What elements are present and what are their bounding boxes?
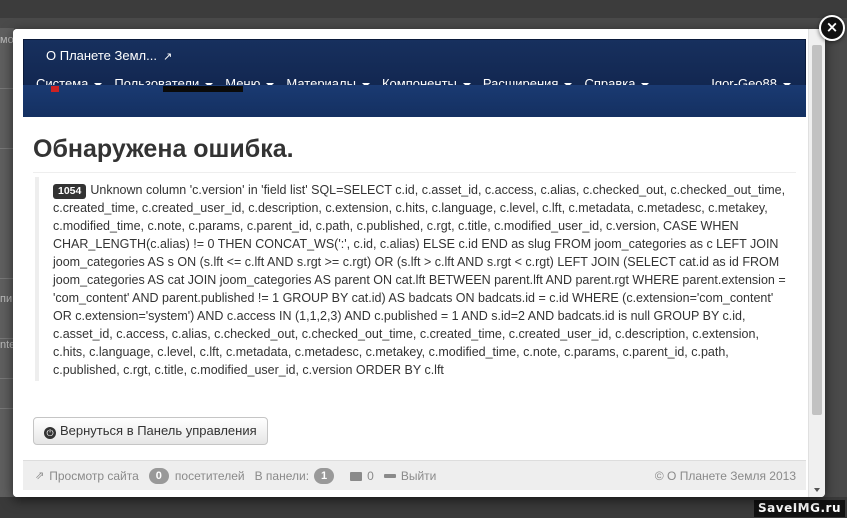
background-topbar <box>0 0 847 18</box>
admins-label: В панели: <box>254 469 310 483</box>
back-button-label: Вернуться в Панель управления <box>60 423 257 438</box>
error-code-badge: 1054 <box>53 184 87 199</box>
background-text-fragment: мо <box>0 34 14 46</box>
background-footer <box>0 497 847 518</box>
copyright: © О Планете Земля 2013 <box>654 469 796 483</box>
share-icon: ⇗ <box>35 470 45 482</box>
scroll-down-arrow-icon[interactable] <box>814 488 820 492</box>
logout-label: Выйти <box>400 469 437 483</box>
logout-link[interactable]: Выйти <box>383 461 437 491</box>
error-message-block: 1054 Unknown column 'c.version' in 'field… <box>35 177 795 381</box>
site-link-label: О Планете Земл... <box>46 48 157 63</box>
error-message-text: Unknown column 'c.version' in 'field lis… <box>53 183 786 377</box>
header-strip <box>23 85 806 117</box>
modal-content: О Планете Земл... ↗ Система Пользователи … <box>13 29 808 497</box>
watermark: SaveIMG.ru <box>754 500 845 517</box>
background-text-fragment: пи <box>0 293 13 305</box>
message-icon <box>350 471 363 481</box>
visitors-label: посетителей <box>174 469 245 483</box>
close-modal-button[interactable]: × <box>819 15 845 41</box>
external-link-icon: ↗ <box>162 51 173 63</box>
status-bar: ⇗ Просмотр сайта 0 посетителей В панели: 1 … <box>23 460 806 490</box>
modal-scrollbar[interactable] <box>808 29 825 497</box>
site-link[interactable]: О Планете Земл... ↗ <box>46 48 172 63</box>
visitors-count-badge: 0 <box>148 468 169 484</box>
view-site-link[interactable]: ⇗ Просмотр сайта <box>35 461 139 491</box>
background-sidebar <box>0 28 14 498</box>
admins-count-badge: 1 <box>314 468 335 484</box>
admins-indicator: В панели: 1 <box>255 461 341 491</box>
messages-count: 0 <box>367 469 374 483</box>
back-to-control-panel-button[interactable]: ⏻ Вернуться в Панель управления <box>33 417 268 445</box>
power-icon: ⏻ <box>44 427 56 439</box>
error-modal: О Планете Земл... ↗ Система Пользователи … <box>13 29 825 497</box>
minus-icon <box>383 474 396 478</box>
view-site-label: Просмотр сайта <box>49 469 139 483</box>
visitors-indicator: 0 посетителей <box>148 461 245 491</box>
scrollbar-thumb[interactable] <box>812 45 822 415</box>
messages-indicator[interactable]: 0 <box>350 461 374 491</box>
page-title: Обнаружена ошибка. <box>33 135 796 173</box>
